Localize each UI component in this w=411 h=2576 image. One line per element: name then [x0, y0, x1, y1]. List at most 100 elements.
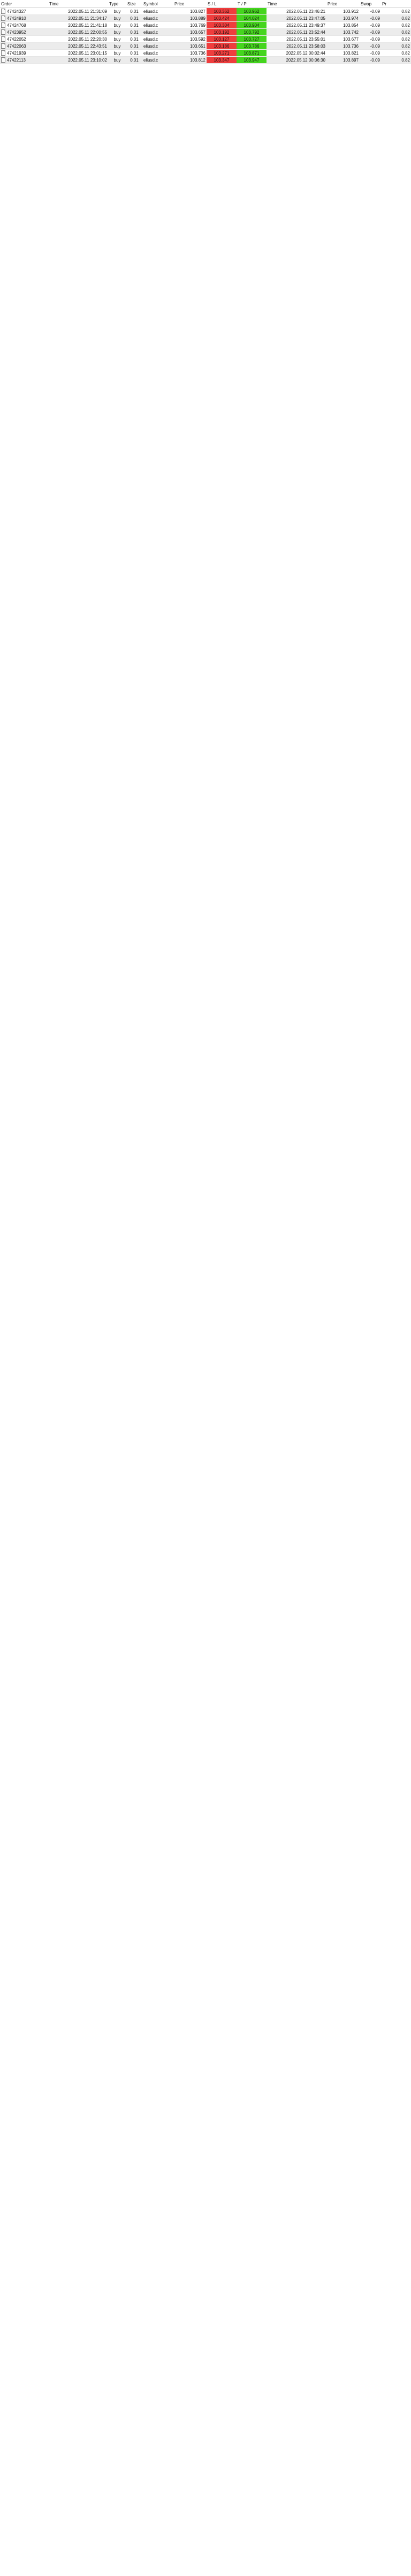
stop-loss: 103.347	[207, 56, 237, 64]
symbol: eliusd.c	[142, 35, 173, 43]
order-cell-inner: 47424327	[1, 9, 47, 14]
document-icon	[1, 16, 5, 21]
symbol: eliusd.c	[142, 28, 173, 36]
stop-loss: 103.127	[207, 35, 237, 43]
table-row[interactable]: 47424327 2022.05.11 21:31:09 buy 0.01 el…	[0, 7, 411, 15]
column-header-order[interactable]: Order	[0, 0, 48, 8]
column-header-close-time[interactable]: Time	[267, 0, 326, 8]
order-id: 47422063	[7, 43, 26, 49]
column-header-profit[interactable]: Pr	[381, 0, 411, 8]
close-price: 103.736	[326, 42, 360, 50]
stop-loss: 103.362	[207, 7, 237, 15]
column-header-stop-loss[interactable]: S / L	[207, 0, 237, 8]
order-id: 47423952	[7, 29, 26, 35]
swap: -0.09	[360, 14, 381, 22]
order-cell-inner: 47422063	[1, 43, 47, 49]
trade-type: buy	[108, 28, 126, 36]
swap: -0.09	[360, 7, 381, 15]
close-time: 2022.05.11 23:49:37	[267, 21, 326, 29]
header-row: Order Time Type Size Symbol Price S / L …	[0, 0, 411, 8]
stop-loss: 103.186	[207, 42, 237, 50]
take-profit: 103.871	[237, 49, 267, 57]
open-price: 103.827	[173, 7, 207, 15]
symbol: eliusd.c	[142, 49, 173, 57]
symbol: eliusd.c	[142, 7, 173, 15]
take-profit: 103.904	[237, 21, 267, 29]
trade-type: buy	[108, 21, 126, 29]
trade-type: buy	[108, 7, 126, 15]
profit: 0.82	[381, 42, 411, 50]
order-cell: 47424327	[0, 7, 48, 15]
column-header-time[interactable]: Time	[48, 0, 108, 8]
order-cell: 47422052	[0, 35, 48, 43]
open-price: 103.812	[173, 56, 207, 64]
table-row[interactable]: 47421939 2022.05.11 23:01:15 buy 0.01 el…	[0, 49, 411, 57]
open-time: 2022.05.11 21:31:09	[48, 7, 108, 15]
table-row[interactable]: 47422052 2022.05.11 22:20:30 buy 0.01 el…	[0, 35, 411, 43]
stop-loss: 103.304	[207, 21, 237, 29]
close-price: 103.821	[326, 49, 360, 57]
swap: -0.09	[360, 42, 381, 50]
trade-size: 0.01	[126, 35, 142, 43]
close-time: 2022.05.11 23:46:21	[267, 7, 326, 15]
column-header-size[interactable]: Size	[126, 0, 142, 8]
document-icon	[1, 43, 5, 49]
close-price: 103.742	[326, 28, 360, 36]
document-icon	[1, 9, 5, 14]
table-row[interactable]: 47424768 2022.05.11 21:41:18 buy 0.01 el…	[0, 21, 411, 29]
open-time: 2022.05.11 21:41:18	[48, 21, 108, 29]
table-body: 47424327 2022.05.11 21:31:09 buy 0.01 el…	[0, 7, 411, 64]
close-time: 2022.05.11 23:52:44	[267, 28, 326, 36]
column-header-type[interactable]: Type	[108, 0, 126, 8]
table-row[interactable]: 47423952 2022.05.11 22:00:55 buy 0.01 el…	[0, 28, 411, 36]
document-icon	[1, 57, 5, 63]
stop-loss: 103.271	[207, 49, 237, 57]
open-price: 103.657	[173, 28, 207, 36]
close-time: 2022.05.11 23:55:01	[267, 35, 326, 43]
document-icon	[1, 29, 5, 35]
close-price: 103.897	[326, 56, 360, 64]
table-row[interactable]: 47424910 2022.05.11 21:34:17 buy 0.01 el…	[0, 14, 411, 22]
trade-size: 0.01	[126, 56, 142, 64]
column-header-close-price[interactable]: Price	[326, 0, 360, 8]
trade-type: buy	[108, 14, 126, 22]
open-price: 103.736	[173, 49, 207, 57]
close-time: 2022.05.11 23:58:03	[267, 42, 326, 50]
close-price: 103.974	[326, 14, 360, 22]
order-cell: 47422063	[0, 42, 48, 50]
symbol: eliusd.c	[142, 56, 173, 64]
order-cell-inner: 47423952	[1, 29, 47, 35]
table-row[interactable]: 47422063 2022.05.11 22:43:51 buy 0.01 el…	[0, 42, 411, 50]
open-price: 103.592	[173, 35, 207, 43]
column-header-take-profit[interactable]: T / P	[237, 0, 267, 8]
open-time: 2022.05.11 22:20:30	[48, 35, 108, 43]
swap: -0.09	[360, 28, 381, 36]
swap: -0.09	[360, 21, 381, 29]
open-price: 103.651	[173, 42, 207, 50]
column-header-symbol[interactable]: Symbol	[142, 0, 173, 8]
open-time: 2022.05.11 22:43:51	[48, 42, 108, 50]
column-header-price[interactable]: Price	[173, 0, 207, 8]
profit: 0.82	[381, 28, 411, 36]
profit: 0.82	[381, 49, 411, 57]
order-cell: 47423952	[0, 28, 48, 36]
column-header-swap[interactable]: Swap	[360, 0, 381, 8]
table-row[interactable]: 47422113 2022.05.11 23:10:02 buy 0.01 el…	[0, 56, 411, 64]
open-price: 103.769	[173, 21, 207, 29]
close-time: 2022.05.12 00:06:30	[267, 56, 326, 64]
trade-size: 0.01	[126, 28, 142, 36]
order-id: 47422052	[7, 36, 26, 42]
take-profit: 103.727	[237, 35, 267, 43]
order-cell-inner: 47421939	[1, 50, 47, 56]
order-cell-inner: 47424768	[1, 22, 47, 28]
order-cell: 47422113	[0, 56, 48, 64]
swap: -0.09	[360, 49, 381, 57]
trade-type: buy	[108, 35, 126, 43]
take-profit: 103.962	[237, 7, 267, 15]
close-price: 103.677	[326, 35, 360, 43]
orders-table: Order Time Type Size Symbol Price S / L …	[0, 0, 411, 64]
trade-size: 0.01	[126, 49, 142, 57]
order-id: 47422113	[7, 57, 26, 63]
open-time: 2022.05.11 21:34:17	[48, 14, 108, 22]
table-header: Order Time Type Size Symbol Price S / L …	[0, 0, 411, 8]
